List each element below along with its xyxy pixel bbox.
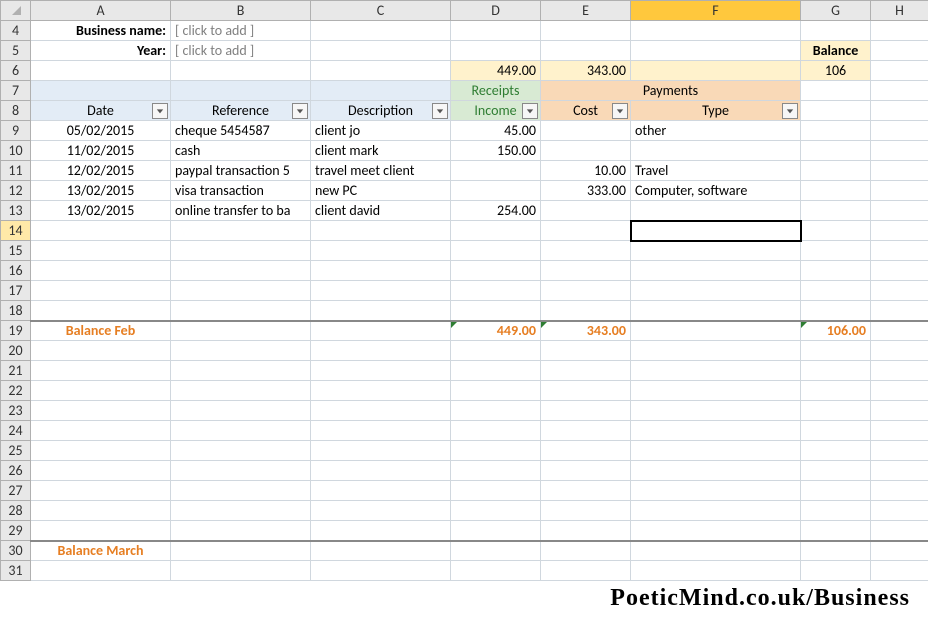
total-balance: 106	[801, 61, 871, 81]
col-header-G[interactable]: G	[801, 1, 871, 21]
col-header-A[interactable]: A	[31, 1, 171, 21]
row-header-11[interactable]: 11	[1, 161, 31, 181]
row-header-17[interactable]: 17	[1, 281, 31, 301]
balance-feb-balance: 106.00	[801, 321, 871, 341]
row-header-14[interactable]: 14	[1, 221, 31, 241]
table-row: 13 13/02/2015 online transfer to ba clie…	[1, 201, 928, 221]
row-header-27[interactable]: 27	[1, 481, 31, 501]
col-header-F[interactable]: F	[631, 1, 801, 21]
filter-cost[interactable]	[612, 103, 628, 119]
total-cost: 343.00	[541, 61, 631, 81]
row-header-10[interactable]: 10	[1, 141, 31, 161]
row-header-4[interactable]: 4	[1, 21, 31, 41]
col-header-C[interactable]: C	[311, 1, 451, 21]
balance-feb-income: 449.00	[451, 321, 541, 341]
row-header-23[interactable]: 23	[1, 401, 31, 421]
row-header-18[interactable]: 18	[1, 301, 31, 321]
business-name-input[interactable]: [ click to add ]	[171, 21, 311, 41]
type-header[interactable]: Type	[631, 101, 801, 121]
row-header-20[interactable]: 20	[1, 341, 31, 361]
description-header[interactable]: Description	[311, 101, 451, 121]
filter-type[interactable]	[782, 103, 798, 119]
watermark-text: PoeticMind.co.uk/Business	[610, 585, 910, 612]
row-header-5[interactable]: 5	[1, 41, 31, 61]
row-header-16[interactable]: 16	[1, 261, 31, 281]
row-header-13[interactable]: 13	[1, 201, 31, 221]
row-header-12[interactable]: 12	[1, 181, 31, 201]
col-header-H[interactable]: H	[871, 1, 928, 21]
row-header-19[interactable]: 19	[1, 321, 31, 341]
filter-date[interactable]	[152, 103, 168, 119]
active-cell-F14[interactable]: Travel Advertising Marketing, website Co…	[631, 221, 801, 241]
date-header[interactable]: Date	[31, 101, 171, 121]
select-all-corner[interactable]	[1, 1, 31, 21]
row-header-8[interactable]: 8	[1, 101, 31, 121]
balance-feb-cost: 343.00	[541, 321, 631, 341]
reference-header[interactable]: Reference	[171, 101, 311, 121]
filter-reference[interactable]	[292, 103, 308, 119]
balance-feb-label: Balance Feb	[31, 321, 171, 341]
spreadsheet-grid[interactable]: A B C D E F G H 4 Business name: [ click…	[0, 0, 928, 581]
row-header-31[interactable]: 31	[1, 561, 31, 581]
income-header[interactable]: Income	[451, 101, 541, 121]
col-header-B[interactable]: B	[171, 1, 311, 21]
row-header-24[interactable]: 24	[1, 421, 31, 441]
table-row: 9 05/02/2015 cheque 5454587 client jo 45…	[1, 121, 928, 141]
col-header-D[interactable]: D	[451, 1, 541, 21]
balance-header: Balance	[801, 41, 871, 61]
row-header-7[interactable]: 7	[1, 81, 31, 101]
table-row: 10 11/02/2015 cash client mark 150.00	[1, 141, 928, 161]
table-row: 12 13/02/2015 visa transaction new PC 33…	[1, 181, 928, 201]
row-header-29[interactable]: 29	[1, 521, 31, 541]
receipts-header: Receipts	[451, 81, 541, 101]
cost-header[interactable]: Cost	[541, 101, 631, 121]
payments-header: Payments	[541, 81, 801, 101]
total-income: 449.00	[451, 61, 541, 81]
filter-income[interactable]	[522, 103, 538, 119]
table-row: 11 12/02/2015 paypal transaction 5 trave…	[1, 161, 928, 181]
row-header-21[interactable]: 21	[1, 361, 31, 381]
col-header-E[interactable]: E	[541, 1, 631, 21]
row-header-28[interactable]: 28	[1, 501, 31, 521]
row-header-22[interactable]: 22	[1, 381, 31, 401]
row-header-25[interactable]: 25	[1, 441, 31, 461]
row-header-30[interactable]: 30	[1, 541, 31, 561]
year-input[interactable]: [ click to add ]	[171, 41, 311, 61]
dropdown-button[interactable]	[800, 221, 801, 241]
row-header-6[interactable]: 6	[1, 61, 31, 81]
balance-march-label: Balance March	[31, 541, 171, 561]
year-label: Year:	[31, 41, 171, 61]
row-header-9[interactable]: 9	[1, 121, 31, 141]
row-header-15[interactable]: 15	[1, 241, 31, 261]
row-header-26[interactable]: 26	[1, 461, 31, 481]
filter-description[interactable]	[432, 103, 448, 119]
business-name-label: Business name:	[31, 21, 171, 41]
